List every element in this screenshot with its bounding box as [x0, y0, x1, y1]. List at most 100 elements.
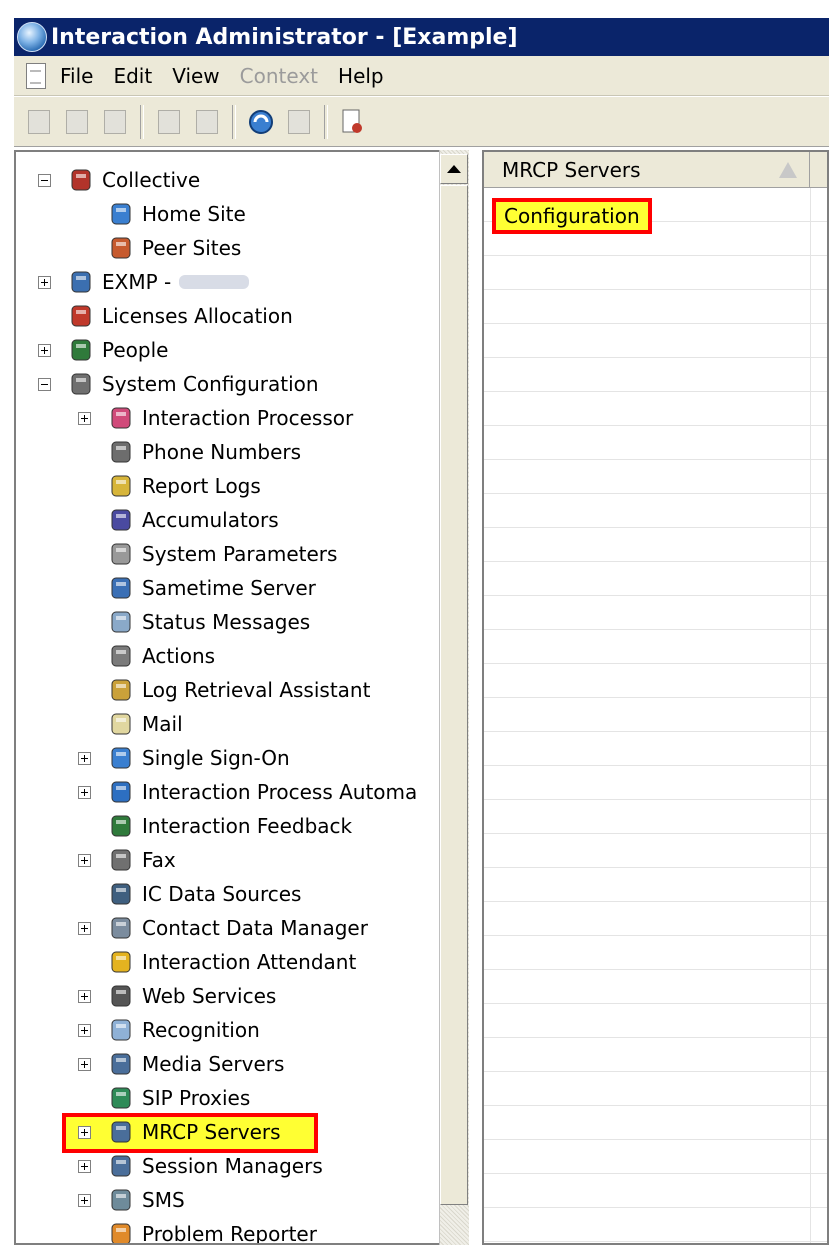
expand-toggle-icon[interactable] [78, 990, 91, 1003]
filter-icon[interactable] [282, 105, 316, 139]
tree-item[interactable]: System Configuration [68, 367, 319, 401]
tree-item[interactable]: People [68, 333, 168, 367]
expand-toggle-icon[interactable] [78, 1126, 91, 1139]
edit-icon[interactable] [60, 105, 94, 139]
title-bar[interactable]: Interaction Administrator - [Example] [14, 18, 829, 56]
sametime-icon [108, 575, 134, 601]
menu-view[interactable]: View [172, 64, 219, 88]
tree-item-label: Actions [142, 644, 216, 668]
new-icon[interactable] [22, 105, 56, 139]
menu-help[interactable]: Help [338, 64, 384, 88]
tree-item[interactable]: Fax [108, 843, 176, 877]
process-icon [108, 779, 134, 805]
tree-item-label: People [102, 338, 169, 362]
expand-toggle-icon[interactable] [78, 1194, 91, 1207]
tree-item[interactable]: Media Servers [108, 1047, 284, 1081]
list-item-configuration[interactable]: Configuration [492, 198, 652, 234]
column-header-mrcp-servers[interactable]: MRCP Servers [484, 152, 810, 188]
tree-item[interactable]: Recognition [108, 1013, 260, 1047]
expand-toggle-icon[interactable] [78, 922, 91, 935]
tree-scrollbar[interactable] [439, 150, 469, 1245]
tree-item-label: Session Managers [142, 1154, 323, 1178]
phone-icon [108, 439, 134, 465]
tree-item-label: MRCP Servers [142, 1120, 281, 1144]
tree-item[interactable]: Problem Reporter [108, 1217, 317, 1243]
toolbar-separator [324, 104, 328, 139]
expand-toggle-icon[interactable] [78, 1058, 91, 1071]
media-server-icon [108, 1051, 134, 1077]
sms-icon [108, 1187, 134, 1213]
tree-item-label: IC Data Sources [142, 882, 302, 906]
tree-item-label: Log Retrieval Assistant [142, 678, 371, 702]
problem-reporter-icon [108, 1221, 134, 1243]
expand-toggle-icon[interactable] [78, 412, 91, 425]
tree-item[interactable]: Session Managers [108, 1149, 323, 1183]
tree-item-label: Licenses Allocation [102, 304, 293, 328]
tree-item-label: Recognition [142, 1018, 260, 1042]
tree-item[interactable]: System Parameters [108, 537, 337, 571]
tree-item-label: Media Servers [142, 1052, 285, 1076]
delete-icon[interactable] [98, 105, 132, 139]
tree-item[interactable]: Mail [108, 707, 183, 741]
document-icon[interactable] [26, 62, 46, 89]
tree-item-label: Collective [102, 168, 201, 192]
scroll-up-button[interactable] [440, 154, 468, 184]
tree-item[interactable]: Contact Data Manager [108, 911, 368, 945]
expand-toggle-icon[interactable] [78, 752, 91, 765]
expand-toggle-icon[interactable] [78, 1160, 91, 1173]
tree-item[interactable]: Interaction Process Automa [108, 775, 417, 809]
expand-toggle-icon[interactable] [38, 276, 51, 289]
copy-icon[interactable] [152, 105, 186, 139]
tree-item[interactable]: Status Messages [108, 605, 310, 639]
license-icon [68, 303, 94, 329]
tree-item[interactable]: Sametime Server [108, 571, 316, 605]
expand-toggle-icon[interactable] [78, 1024, 91, 1037]
tree-item[interactable]: Interaction Processor [108, 401, 353, 435]
home-site-icon [108, 201, 134, 227]
tree-item[interactable]: Single Sign-On [108, 741, 290, 775]
tree-item[interactable]: Interaction Attendant [108, 945, 356, 979]
tree-item[interactable]: SMS [108, 1183, 185, 1217]
tree-item[interactable]: Collective [68, 163, 200, 197]
redacted-server-name [179, 275, 250, 289]
paste-icon[interactable] [190, 105, 224, 139]
tree-item[interactable]: EXMP - [68, 265, 250, 299]
tree-item-label: Single Sign-On [142, 746, 290, 770]
menu-edit[interactable]: Edit [113, 64, 152, 88]
collapse-toggle-icon[interactable] [38, 174, 51, 187]
tree-item[interactable]: Report Logs [108, 469, 261, 503]
accumulator-icon [108, 507, 134, 533]
tree-item[interactable]: Home Site [108, 197, 246, 231]
tree-item-label: EXMP - [102, 270, 172, 294]
license-icon[interactable] [336, 105, 370, 139]
menu-context[interactable]: Context [240, 64, 318, 88]
tree-item[interactable]: Log Retrieval Assistant [108, 673, 370, 707]
expand-toggle-icon[interactable] [78, 786, 91, 799]
tree-item[interactable]: Actions [108, 639, 215, 673]
tree-item[interactable]: IC Data Sources [108, 877, 301, 911]
tree-item-label: Status Messages [142, 610, 311, 634]
scroll-thumb[interactable] [440, 185, 468, 1205]
collapse-toggle-icon[interactable] [38, 378, 51, 391]
details-list[interactable]: MRCP Servers Configuration [482, 150, 829, 1245]
refresh-icon[interactable] [244, 105, 278, 139]
tree-item[interactable]: SIP Proxies [108, 1081, 250, 1115]
tree-item[interactable]: Peer Sites [108, 231, 241, 265]
expand-toggle-icon[interactable] [78, 854, 91, 867]
tree-item-label: Sametime Server [142, 576, 316, 600]
feedback-icon [108, 813, 134, 839]
navigation-tree[interactable]: Collective Home Site Peer Sites EXMP - Licen… [14, 150, 468, 1245]
tree-item-label: Contact Data Manager [142, 916, 368, 940]
expand-toggle-icon[interactable] [38, 344, 51, 357]
tree-item[interactable]: Phone Numbers [108, 435, 301, 469]
tree-item[interactable]: MRCP Servers [108, 1115, 281, 1149]
tree-item[interactable]: Web Services [108, 979, 276, 1013]
system-config-icon [68, 371, 94, 397]
tree-item[interactable]: Interaction Feedback [108, 809, 352, 843]
tree-item[interactable]: Accumulators [108, 503, 279, 537]
tree-item-label: Web Services [142, 984, 277, 1008]
menu-file[interactable]: File [60, 64, 93, 88]
list-item-label: Configuration [504, 204, 640, 228]
tree-item[interactable]: Licenses Allocation [68, 299, 293, 333]
server-icon [68, 269, 94, 295]
